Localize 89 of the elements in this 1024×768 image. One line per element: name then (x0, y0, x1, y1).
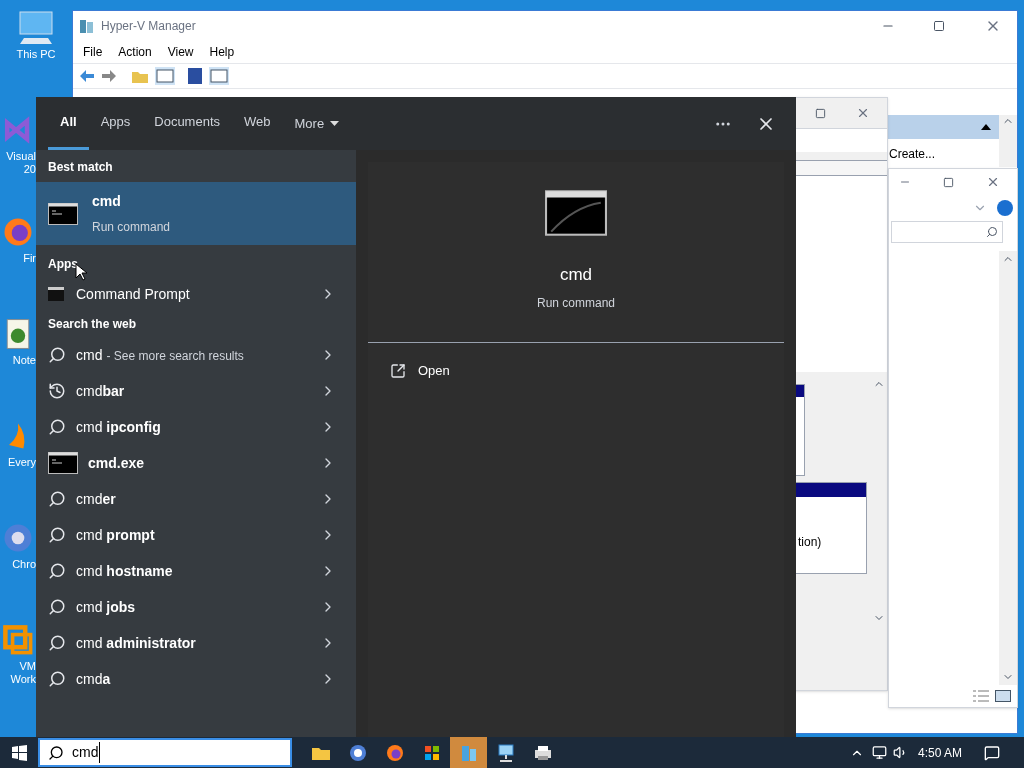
filter-tab[interactable]: Web (232, 97, 283, 150)
browser-icon[interactable] (347, 742, 368, 763)
history-icon (48, 382, 66, 400)
result-label: cmder (76, 489, 116, 509)
close-icon[interactable] (986, 175, 1000, 189)
search-icon (48, 418, 66, 436)
web-result[interactable]: cmdbar (36, 373, 356, 409)
filter-tab[interactable]: Apps (88, 97, 143, 150)
preview-subtitle: Run command (536, 294, 615, 312)
web-result[interactable]: cmd hostname (36, 553, 356, 589)
desktop-icon-label[interactable]: VM (19, 660, 36, 673)
clock[interactable]: 4:50 AM (917, 743, 962, 762)
maximize-icon[interactable] (943, 176, 954, 188)
search-icon (48, 634, 66, 652)
result-label: cmd.exe (88, 453, 145, 473)
filter-tab[interactable]: Documents (142, 97, 232, 150)
maximize-icon[interactable] (933, 20, 945, 32)
desktop-icon-label[interactable]: Work (10, 673, 36, 686)
list-text: tion) (798, 534, 823, 551)
console-icon (48, 287, 64, 301)
result-title: cmd (92, 192, 122, 211)
menu-item[interactable]: File (83, 43, 103, 61)
collapse-icon[interactable] (981, 124, 991, 130)
menu-item[interactable]: Action (118, 43, 152, 61)
network-icon[interactable] (871, 745, 887, 760)
result-label: cmd (76, 345, 103, 365)
window-title: Hyper-V Manager (101, 18, 196, 35)
web-result[interactable]: cmd - See more search results (36, 337, 356, 373)
desktop-icon-label[interactable]: Every (7, 456, 36, 469)
result-label: cmda (76, 669, 111, 689)
app-result[interactable]: Command Prompt (36, 279, 356, 309)
search-icon (48, 670, 66, 688)
desktop-icon-label[interactable]: Chro (12, 558, 36, 571)
result-label: cmd hostname (76, 561, 173, 581)
create-action[interactable]: Create... (885, 139, 999, 163)
result-label: Command Prompt (76, 284, 191, 304)
section-heading: Best match (47, 159, 114, 176)
desktop-icon-label[interactable]: 20 (23, 163, 36, 176)
web-result[interactable]: cmda (36, 661, 356, 697)
search-field[interactable]: cmd (38, 738, 292, 767)
search-icon (48, 744, 64, 761)
pane-icon[interactable] (155, 67, 175, 85)
app-icon (79, 18, 95, 34)
result-hint: - See more search results (106, 347, 244, 365)
search-icon (48, 526, 66, 544)
desktop-icon-label[interactable]: Fir (23, 252, 36, 265)
more-dropdown[interactable]: More (282, 97, 352, 150)
caret-icon (330, 121, 340, 126)
web-result[interactable]: cmd prompt (36, 517, 356, 553)
menu-item[interactable]: View (167, 43, 194, 61)
best-match-item[interactable]: cmd Run command (36, 182, 356, 245)
thumbnail-view-icon[interactable] (995, 690, 1011, 702)
result-subtitle: Run command (92, 219, 171, 236)
web-result[interactable]: cmd ipconfig (36, 409, 356, 445)
network-icon[interactable] (495, 742, 516, 763)
console-icon (48, 202, 78, 225)
web-result[interactable]: cmd administrator (36, 625, 356, 661)
search-icon (48, 490, 66, 508)
open-icon (390, 362, 406, 379)
result-label: cmd prompt (76, 525, 155, 545)
console-icon (545, 188, 607, 238)
notification-icon[interactable] (984, 744, 1000, 761)
back-arrow-icon[interactable] (79, 69, 95, 83)
section-heading: Apps (48, 256, 78, 273)
search-icon (48, 562, 66, 580)
section-heading: Search the web (47, 316, 138, 333)
result-label: cmd administrator (76, 633, 196, 653)
search-text: cmd (72, 742, 101, 763)
menu-item[interactable]: Help (209, 43, 235, 61)
web-result[interactable]: cmder (36, 481, 356, 517)
forward-arrow-icon[interactable] (101, 69, 117, 83)
open-action[interactable]: Open (368, 342, 784, 399)
search-icon (986, 226, 998, 238)
web-result[interactable]: cmd.exe (36, 445, 356, 481)
result-label: cmdbar (76, 381, 125, 401)
preview-title: cmd (559, 264, 593, 286)
pane-icon[interactable] (209, 67, 229, 85)
desktop-icon-label[interactable]: Visual (6, 150, 36, 163)
desktop-icon-label[interactable]: Note (12, 354, 36, 367)
scrollbar[interactable] (999, 115, 1017, 167)
web-result[interactable]: cmd jobs (36, 589, 356, 625)
desktop-icon-label[interactable]: This PC (16, 48, 56, 61)
console-icon (48, 452, 78, 474)
result-label: cmd ipconfig (76, 417, 161, 437)
search-icon (48, 598, 66, 616)
maximize-icon[interactable] (815, 107, 826, 119)
result-label: cmd jobs (76, 597, 136, 617)
search-icon (48, 346, 66, 364)
search-field[interactable] (891, 221, 1003, 243)
